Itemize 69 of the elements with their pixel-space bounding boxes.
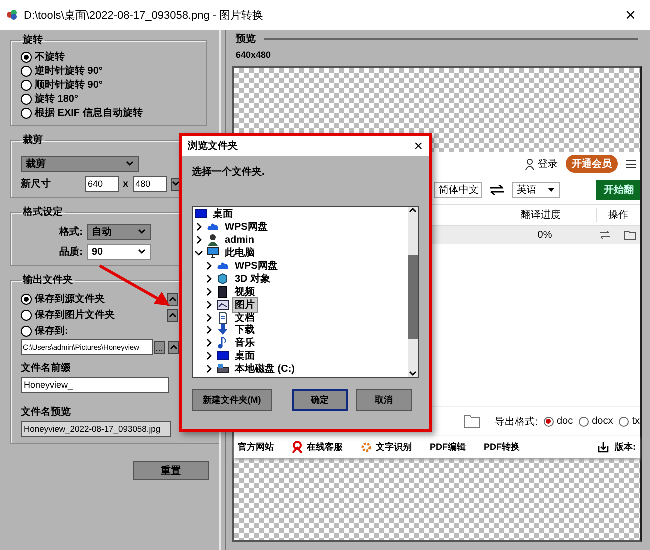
target-language-dropdown[interactable]: 英语	[512, 182, 560, 198]
group-label: 格式设定	[22, 205, 64, 219]
close-button[interactable]: ×	[617, 4, 644, 26]
dialog-title: 浏览文件夹	[188, 140, 238, 153]
radio-button[interactable]: docx	[579, 416, 614, 427]
dialog-button[interactable]: 确定	[292, 389, 348, 411]
image-size-text: 640x480	[235, 49, 272, 62]
radio-button[interactable]: 不旋转	[21, 50, 196, 64]
version-label: 版本:	[615, 440, 636, 454]
dialog-button[interactable]: 新建文件夹(M)	[192, 389, 272, 411]
radio-button[interactable]: 保存到源文件夹	[21, 292, 105, 306]
height-field[interactable]: 480	[132, 176, 167, 192]
dialog-prompt: 选择一个文件夹.	[191, 166, 266, 180]
group-label: 旋转	[22, 34, 44, 47]
login-link[interactable]: 登录	[538, 157, 558, 171]
footer-link[interactable]: 官方网站	[238, 440, 274, 454]
crop-dropdown[interactable]: 裁剪	[21, 156, 139, 172]
source-language-dropdown[interactable]: 简体中文	[434, 182, 482, 198]
column-header: 操作	[596, 208, 640, 222]
format-dropdown[interactable]: 自动	[87, 224, 151, 240]
export-format-label: 导出格式:	[495, 416, 538, 428]
radio-button[interactable]: 保存到图片文件夹	[21, 308, 115, 322]
tree-item[interactable]: 下载	[233, 323, 257, 338]
tree-item[interactable]: 图片	[233, 298, 257, 312]
tree-item[interactable]: 音乐	[233, 336, 257, 350]
footer-link[interactable]: PDF编辑	[430, 440, 466, 454]
footer-link[interactable]: PDF转换	[484, 440, 520, 454]
radio-button[interactable]: doc	[544, 416, 574, 427]
radio-button[interactable]: tx	[619, 416, 640, 427]
radio-button[interactable]: 根据 EXIF 信息自动旋转	[21, 106, 196, 120]
separator-text: x	[123, 178, 129, 190]
tree-item[interactable]: 此电脑	[223, 246, 257, 260]
tree-item[interactable]: admin	[223, 234, 256, 246]
tree-item[interactable]: 3D 对象	[233, 272, 273, 286]
format-label: 格式:	[58, 226, 83, 239]
start-translate-button[interactable]: 开始翻	[596, 180, 640, 200]
tree-item[interactable]: 文档	[233, 310, 257, 325]
close-button[interactable]: ×	[414, 138, 423, 154]
progress-text: 0%	[536, 230, 554, 240]
footer-link[interactable]: 在线客服	[307, 440, 343, 454]
quality-label: 品质:	[58, 246, 83, 259]
size-label: 新尺寸	[21, 177, 52, 191]
quality-dropdown[interactable]: 90	[87, 244, 151, 260]
field-label: 文件名前缀	[21, 362, 71, 375]
width-field[interactable]: 640	[85, 176, 119, 192]
tree-item[interactable]: 本地磁盘 (C:)	[233, 362, 297, 376]
footer-link[interactable]: 文字识别	[376, 440, 412, 454]
tree-item[interactable]: 桌面	[211, 207, 235, 222]
radio-button[interactable]: 旋转 180°	[21, 92, 196, 106]
browse-button[interactable]: ...	[154, 340, 165, 354]
vip-button[interactable]: 开通会员	[566, 155, 618, 173]
folder-tree[interactable]: 桌面 WPS网盘 admin 此电脑 WPS网盘 3D 对象 视频 图片 文档 下载 音乐 桌面 本地磁盘 (C:)	[192, 206, 419, 378]
dialog-button[interactable]: 取消	[356, 389, 412, 411]
filename-preview-field: Honeyview_2022-08-17_093058.jpg	[21, 421, 171, 437]
tree-item[interactable]: WPS网盘	[233, 259, 280, 274]
group-label: 裁剪	[22, 134, 44, 147]
window-title: D:\tools\桌面\2022-08-17_093058.png - 图片转换	[24, 8, 265, 22]
column-header: 翻译进度	[520, 208, 562, 222]
tree-item[interactable]: WPS网盘	[223, 220, 270, 234]
prefix-field[interactable]: Honeyview_	[21, 377, 169, 393]
tree-item[interactable]: 桌面	[233, 349, 257, 364]
radio-button[interactable]: 逆时针旋转 90°	[21, 64, 196, 78]
tree-item[interactable]: 视频	[233, 284, 257, 299]
radio-button[interactable]: 保存到:	[21, 324, 68, 338]
preview-label: 预览	[236, 32, 256, 46]
radio-button[interactable]: 顺时针旋转 90°	[21, 78, 196, 92]
group-label: 输出文件夹	[22, 274, 74, 287]
field-label: 文件名预览	[21, 406, 71, 419]
reset-button[interactable]: 重置	[133, 461, 209, 480]
